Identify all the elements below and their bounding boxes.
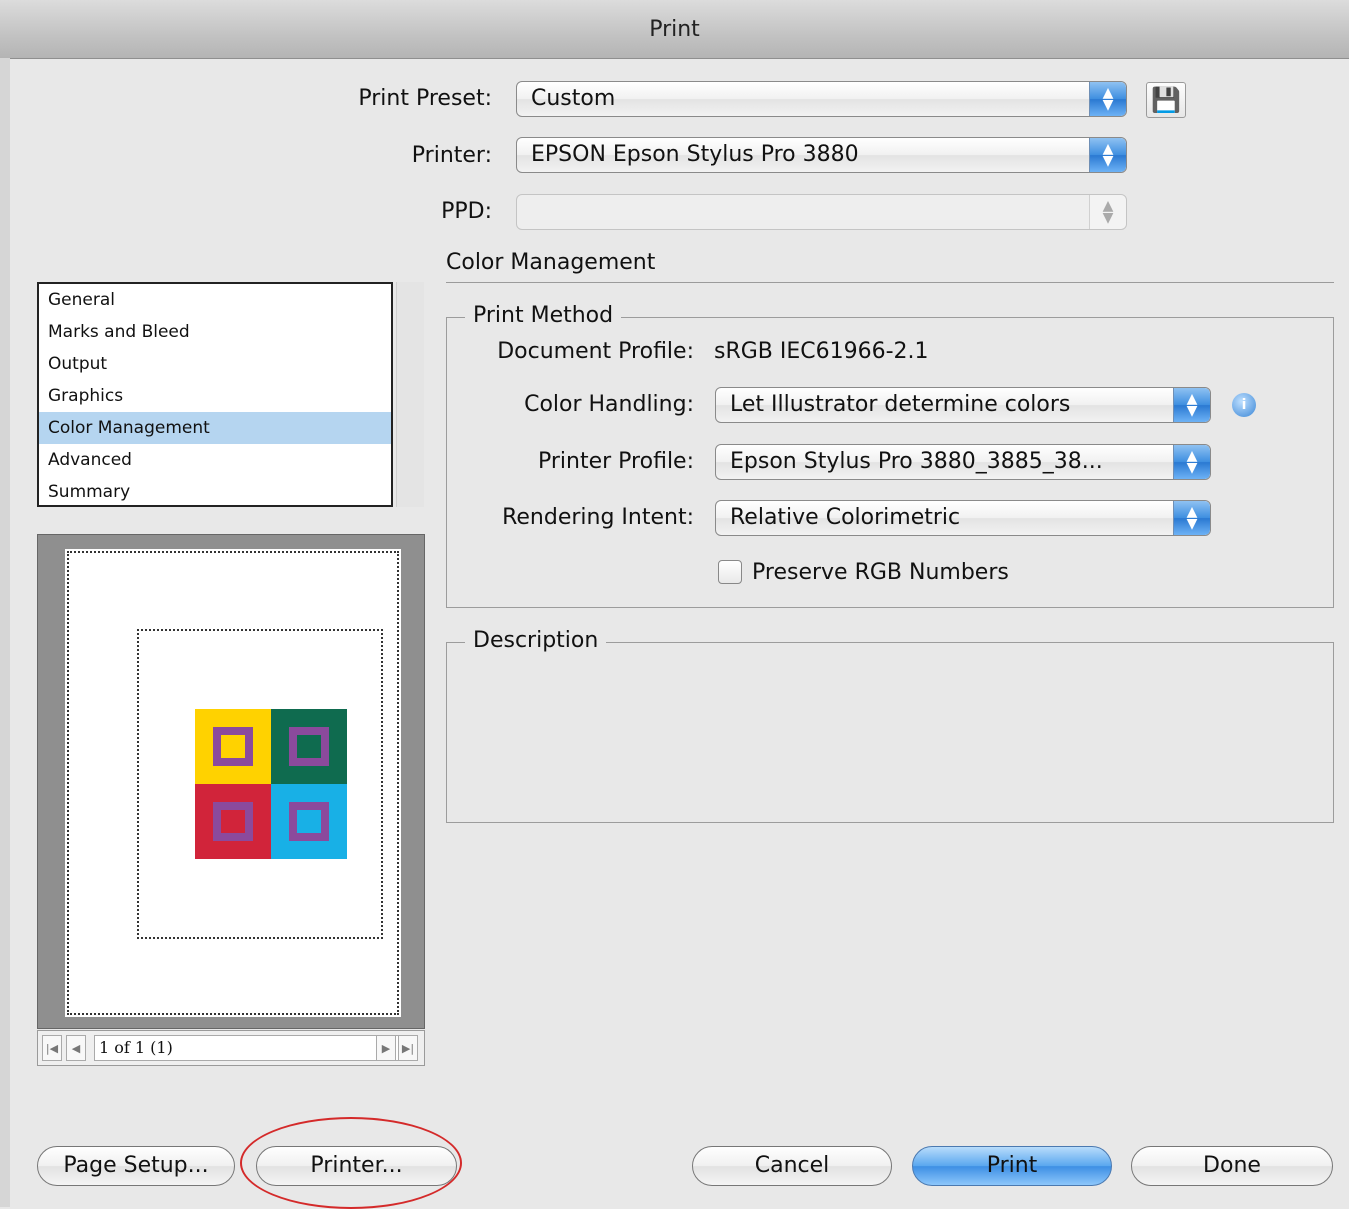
printer-popup[interactable]: EPSON Epson Stylus Pro 3880 ▲ ▼ xyxy=(516,137,1127,173)
page-setup-button[interactable]: Page Setup... xyxy=(37,1146,235,1186)
artwork-square xyxy=(289,727,329,766)
popup-arrows-icon: ▲ ▼ xyxy=(1173,445,1210,479)
print-category-list: General Marks and Bleed Output Graphics … xyxy=(37,282,393,507)
artwork-tile xyxy=(271,709,347,784)
ppd-popup: ▲ ▼ xyxy=(516,194,1127,230)
window-edge xyxy=(0,58,10,1207)
last-page-icon[interactable]: ▶| xyxy=(398,1035,418,1061)
sidebar-item-marks-and-bleed[interactable]: Marks and Bleed xyxy=(39,316,391,348)
printer-button[interactable]: Printer... xyxy=(256,1146,457,1186)
sidebar-item-summary[interactable]: Summary xyxy=(39,476,391,508)
info-icon[interactable]: i xyxy=(1232,393,1256,417)
print-preset-value: Custom xyxy=(531,86,616,111)
printer-profile-value: Epson Stylus Pro 3880_3885_38... xyxy=(730,449,1103,474)
preserve-rgb-label: Preserve RGB Numbers xyxy=(752,560,1009,585)
section-divider xyxy=(446,282,1334,283)
document-profile-value: sRGB IEC61966-2.1 xyxy=(714,339,929,364)
page-navigator: |◀ ◀ 1 of 1 (1) ▶ ▶| xyxy=(37,1030,425,1066)
page-number-field[interactable]: 1 of 1 (1) xyxy=(94,1035,406,1061)
artwork-square xyxy=(289,802,329,841)
print-preset-label: Print Preset: xyxy=(358,86,492,111)
rendering-intent-popup[interactable]: Relative Colorimetric ▲ ▼ xyxy=(715,500,1211,536)
ppd-label: PPD: xyxy=(441,199,492,224)
artwork-tile xyxy=(195,784,271,859)
preview-artwork xyxy=(195,709,347,859)
popup-arrows-icon: ▲ ▼ xyxy=(1173,501,1210,535)
preserve-rgb-checkbox[interactable] xyxy=(718,560,742,584)
sidebar-item-graphics[interactable]: Graphics xyxy=(39,380,391,412)
first-page-icon[interactable]: |◀ xyxy=(42,1035,62,1061)
cancel-button[interactable]: Cancel xyxy=(692,1146,892,1186)
sidebar-item-advanced[interactable]: Advanced xyxy=(39,444,391,476)
list-scrollbar[interactable] xyxy=(396,282,424,507)
printer-profile-label: Printer Profile: xyxy=(538,449,694,474)
printer-label: Printer: xyxy=(411,143,492,168)
sidebar-item-general[interactable]: General xyxy=(39,284,391,316)
window-title: Print xyxy=(649,16,700,42)
popup-arrows-icon: ▲ ▼ xyxy=(1173,388,1210,422)
preview-page xyxy=(65,549,401,1017)
artwork-tile xyxy=(271,784,347,859)
rendering-intent-label: Rendering Intent: xyxy=(502,505,694,530)
next-page-icon[interactable]: ▶ xyxy=(376,1035,396,1061)
popup-arrows-icon: ▲ ▼ xyxy=(1089,195,1126,229)
popup-arrows-icon: ▲ ▼ xyxy=(1089,82,1126,116)
printer-value: EPSON Epson Stylus Pro 3880 xyxy=(531,142,859,167)
print-preview xyxy=(37,534,425,1029)
description-group xyxy=(446,642,1334,823)
color-handling-value: Let Illustrator determine colors xyxy=(730,392,1071,417)
sidebar-item-color-management[interactable]: Color Management xyxy=(39,412,391,444)
done-button[interactable]: Done xyxy=(1131,1146,1333,1186)
description-legend: Description xyxy=(465,628,607,653)
artwork-square xyxy=(213,802,253,841)
section-title: Color Management xyxy=(446,250,656,275)
print-button[interactable]: Print xyxy=(912,1146,1112,1186)
title-bar: Print xyxy=(0,0,1349,59)
save-preset-icon[interactable]: 💾 xyxy=(1146,82,1186,118)
imageable-area[interactable] xyxy=(137,629,383,939)
document-profile-label: Document Profile: xyxy=(497,339,694,364)
printer-profile-popup[interactable]: Epson Stylus Pro 3880_3885_38... ▲ ▼ xyxy=(715,444,1211,480)
artwork-tile xyxy=(195,709,271,784)
artwork-square xyxy=(213,727,253,766)
rendering-intent-value: Relative Colorimetric xyxy=(730,505,961,530)
color-handling-label: Color Handling: xyxy=(524,392,694,417)
popup-arrows-icon: ▲ ▼ xyxy=(1089,138,1126,172)
print-preset-popup[interactable]: Custom ▲ ▼ xyxy=(516,81,1127,117)
previous-page-icon[interactable]: ◀ xyxy=(66,1035,86,1061)
color-handling-popup[interactable]: Let Illustrator determine colors ▲ ▼ xyxy=(715,387,1211,423)
print-method-legend: Print Method xyxy=(465,303,622,328)
sidebar-item-output[interactable]: Output xyxy=(39,348,391,380)
